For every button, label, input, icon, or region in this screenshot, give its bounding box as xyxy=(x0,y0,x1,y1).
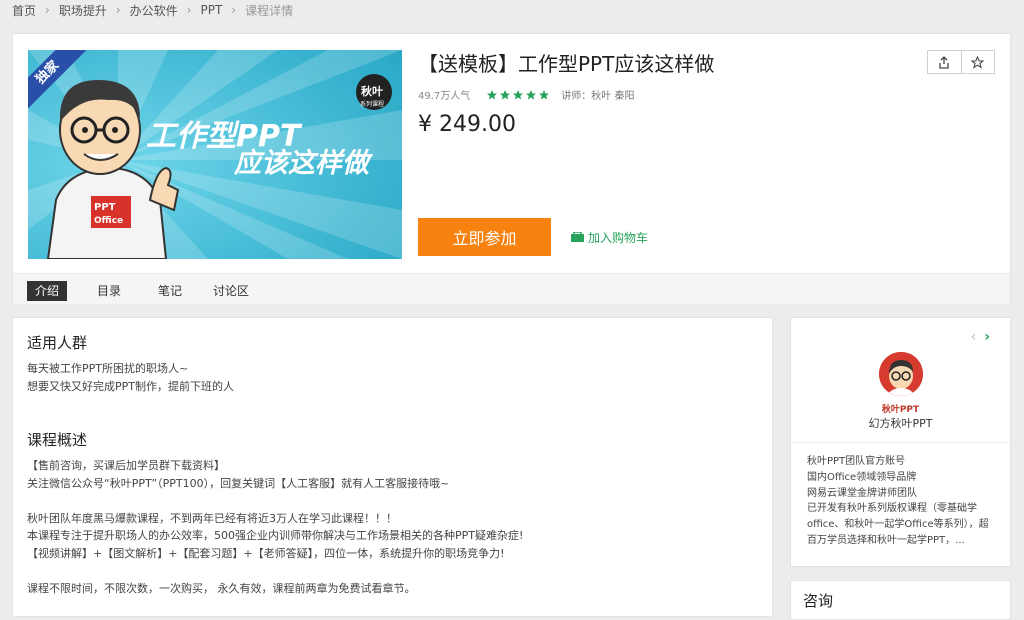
star-filled-icon xyxy=(539,89,550,99)
star-filled-icon xyxy=(526,89,537,99)
svg-text:Office: Office xyxy=(94,216,123,226)
avatar-illustration xyxy=(879,352,923,396)
provider-desc-line: 已开发有秋叶系列版权课程（零基础学 xyxy=(807,503,977,515)
svg-text:系列课程: 系列课程 xyxy=(360,100,384,108)
provider-desc-line: 国内Office领域领导品牌 xyxy=(807,471,917,483)
breadcrumb-home[interactable]: 首页 xyxy=(12,2,36,19)
provider-description: 秋叶PPT团队官方账号 国内Office领域领导品牌 网易云课堂金牌讲师团队 已… xyxy=(807,454,989,549)
chevron-right-icon: › xyxy=(45,3,50,17)
overview-line: 【售前咨询，买课后加学员群下载资料】 xyxy=(27,459,225,472)
overview-spacer xyxy=(27,492,523,510)
add-to-cart-link[interactable]: 加入购物车 xyxy=(571,229,648,246)
share-button[interactable] xyxy=(928,51,961,73)
chevron-right-icon[interactable]: › xyxy=(984,330,990,344)
overview-line: 关注微信公众号“秋叶PPT”（PPT100），回复关键词【人工客服】就有人工客服… xyxy=(27,476,450,490)
audience-heading: 适用人群 xyxy=(27,334,88,352)
svg-text:应该这样做: 应该这样做 xyxy=(233,148,373,179)
provider-name[interactable]: 幻方秋叶PPT xyxy=(791,415,1010,431)
add-to-cart-label: 加入购物车 xyxy=(588,231,649,245)
overview-text: 【售前咨询，买课后加学员群下载资料】 关注微信公众号“秋叶PPT”（PPT100… xyxy=(27,457,523,597)
breadcrumb-career[interactable]: 职场提升 xyxy=(59,2,107,19)
overview-line: 【视频讲解】+【图文解析】+【配套习题】+【老师答疑】，四位一体，系统提升你的职… xyxy=(27,546,505,560)
cart-icon xyxy=(571,232,584,242)
breadcrumb-ppt[interactable]: PPT xyxy=(200,3,222,17)
course-tabs: 介绍 目录 笔记 讨论区 xyxy=(13,273,1010,304)
svg-text:秋叶: 秋叶 xyxy=(361,84,383,98)
overview-spacer xyxy=(27,562,523,580)
provider-desc-line: office、和秋叶一起学Office等系列），超 xyxy=(807,519,989,531)
tab-notes[interactable]: 笔记 xyxy=(150,281,190,301)
svg-text:PPT: PPT xyxy=(94,202,116,213)
favorite-button[interactable] xyxy=(960,51,995,73)
course-title: 【送模板】工作型PPT应该这样做 xyxy=(418,52,715,76)
rating-stars xyxy=(486,89,551,101)
star-filled-icon xyxy=(500,89,511,99)
exclusive-ribbon: 独家 xyxy=(28,50,86,108)
audience-line: 每天被工作PPT所困扰的职场人~ xyxy=(27,362,189,375)
breadcrumb-office[interactable]: 办公软件 xyxy=(130,2,178,19)
tab-catalog[interactable]: 目录 xyxy=(89,281,129,301)
breadcrumb: 首页 › 职场提升 › 办公软件 › PPT › 课程详情 xyxy=(12,2,293,18)
star-icon xyxy=(971,55,985,69)
chevron-left-icon[interactable]: ‹ xyxy=(971,330,977,344)
join-course-button[interactable]: 立即参加 xyxy=(418,218,551,256)
exclusive-badge: 独家 xyxy=(28,50,86,108)
divider xyxy=(791,442,1010,443)
provider-avatar[interactable] xyxy=(879,352,923,396)
course-meta: 49.7万人气 讲师：秋叶 秦阳 xyxy=(418,87,634,102)
overview-line: 课程不限时间，不限次数，一次购买， 永久有效，课程前两章为免费试看章节。 xyxy=(27,581,416,595)
course-actions xyxy=(927,50,995,74)
chevron-right-icon: › xyxy=(186,3,192,17)
provider-card: ‹ › 秋叶PPT 幻方秋叶PPT 秋叶PPT团队官方账号 国内Office领域… xyxy=(790,317,1011,567)
consult-card: 咨询 xyxy=(790,580,1011,620)
provider-desc-line: 百万学员选择和秋叶一起学PPT，... xyxy=(807,534,965,546)
course-price: ¥ 249.00 xyxy=(418,112,516,137)
audience-text: 每天被工作PPT所困扰的职场人~ 想要又快又好完成PPT制作，提前下班的人 xyxy=(27,360,234,395)
course-intro-panel: 适用人群 每天被工作PPT所困扰的职场人~ 想要又快又好完成PPT制作，提前下班… xyxy=(12,317,773,617)
overview-line: 秋叶团队年度黑马爆款课程，不到两年已经有将近3万人在学习此课程！！！ xyxy=(27,511,397,525)
overview-heading: 课程概述 xyxy=(27,431,88,449)
share-icon xyxy=(939,55,949,69)
instructor-names[interactable]: 讲师：秋叶 秦阳 xyxy=(561,87,634,102)
chevron-right-icon: › xyxy=(115,3,121,17)
audience-line: 想要又快又好完成PPT制作，提前下班的人 xyxy=(27,379,234,393)
provider-desc-line: 秋叶PPT团队官方账号 xyxy=(807,456,906,467)
star-filled-icon xyxy=(513,89,524,99)
tab-intro[interactable]: 介绍 xyxy=(27,281,67,301)
star-filled-icon xyxy=(487,89,498,99)
consult-heading: 咨询 xyxy=(803,592,834,610)
popularity-count: 49.7万人气 xyxy=(418,91,471,102)
provider-desc-line: 网易云课堂金牌讲师团队 xyxy=(807,487,917,499)
course-cover-image[interactable]: PPT Office 工作型PPT 应该这样做 秋叶 系列课程 独家 xyxy=(28,50,402,259)
provider-carousel-nav: ‹ › xyxy=(963,330,990,344)
course-header-card: PPT Office 工作型PPT 应该这样做 秋叶 系列课程 独家 【送模板】… xyxy=(12,33,1011,304)
chevron-right-icon: › xyxy=(231,3,237,17)
overview-line: 本课程专注于提升职场人的办公效率，500强企业内训师带你解决与工作场景相关的各种… xyxy=(27,529,524,542)
breadcrumb-current: 课程详情 xyxy=(245,3,294,18)
provider-brand: 秋叶PPT xyxy=(881,405,920,415)
tab-discussion[interactable]: 讨论区 xyxy=(207,281,255,301)
